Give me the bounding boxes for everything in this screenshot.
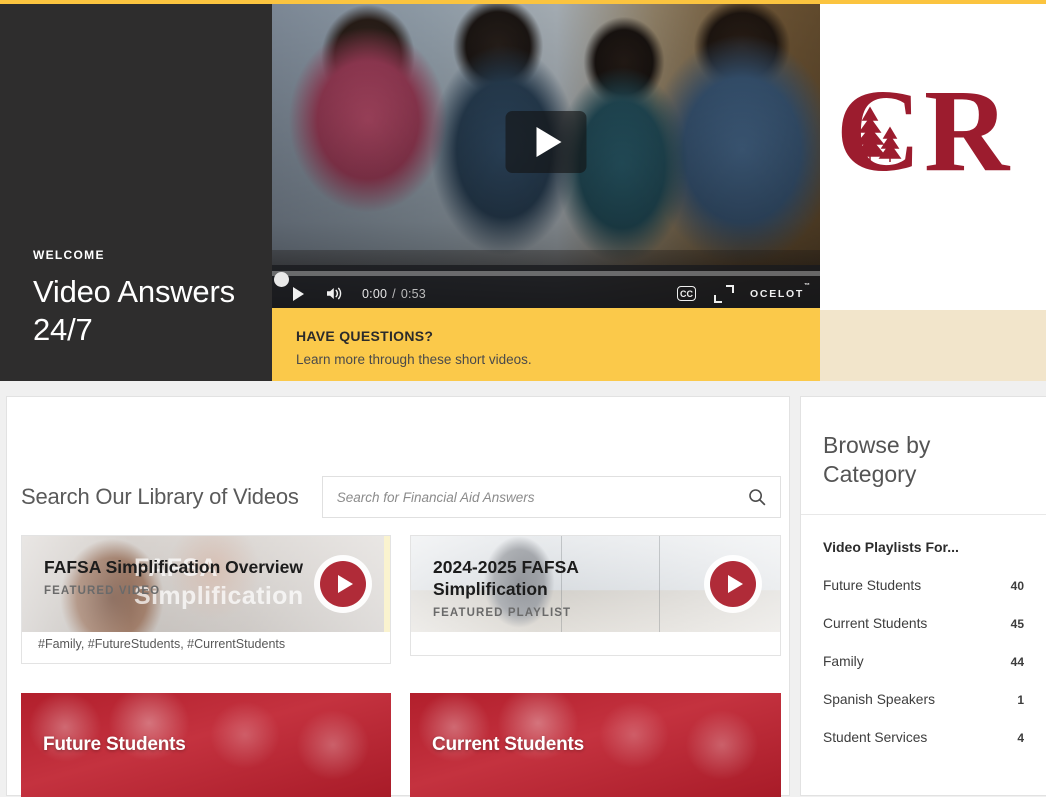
category-name: Current Students [823, 616, 928, 632]
hero-logo-cream-band [820, 310, 1046, 381]
featured-video-play-button[interactable] [320, 561, 366, 607]
video-duration: 0:53 [400, 286, 426, 301]
hero-kicker: WELCOME [33, 248, 105, 263]
trademark-mark: ™ [804, 283, 810, 289]
sidebar-header: Browse by Category [801, 397, 1046, 515]
featured-playlist-title-line1: 2024-2025 FAFSA [433, 557, 579, 577]
featured-playlist-kicker: FEATURED PLAYLIST [433, 607, 572, 620]
fullscreen-icon-corner-b [726, 284, 735, 293]
sidebar-item-future-students[interactable]: Future Students 40 [801, 567, 1046, 605]
category-name: Spanish Speakers [823, 692, 935, 708]
category-name: Family [823, 654, 864, 670]
search-input[interactable] [336, 489, 748, 505]
category-count: 1 [1017, 692, 1024, 707]
featured-video-card[interactable]: FAFSA Simplification FAFSA Simplificatio… [21, 535, 391, 664]
category-list: Future Students 40 Current Students 45 F… [801, 567, 1046, 757]
featured-video-kicker: FEATURED VIDEO [44, 585, 161, 598]
ocelot-brand-logo: ocelot™ [750, 283, 810, 300]
cr-college-logo-icon: C R [836, 70, 1011, 195]
play-icon [337, 575, 353, 593]
category-tile-future-students[interactable]: Future Students [21, 693, 391, 797]
callout-subtitle: Learn more through these short videos. [296, 352, 532, 367]
sidebar-item-current-students[interactable]: Current Students 45 [801, 605, 1046, 643]
featured-video-tags: #Family, #FutureStudents, #CurrentStuden… [38, 637, 286, 651]
category-tiles-row: Future Students Current Students [21, 693, 781, 797]
callout-title: HAVE QUESTIONS? [296, 328, 434, 344]
sidebar-item-student-services[interactable]: Student Services 4 [801, 719, 1046, 757]
sidebar-item-spanish-speakers[interactable]: Spanish Speakers 1 [801, 681, 1046, 719]
search-box[interactable] [321, 476, 781, 518]
video-time-display: 0:00 / 0:53 [362, 287, 426, 301]
play-icon [292, 286, 304, 301]
hero-title-line2: 24/7 [33, 312, 93, 348]
category-name: Future Students [823, 578, 922, 594]
have-questions-callout: HAVE QUESTIONS? Learn more through these… [272, 308, 820, 381]
tile-label: Current Students [432, 734, 584, 755]
hero-video-block: 0:00 / 0:53 CC ocelot™ HAVE Q [272, 0, 820, 381]
featured-playlist-title-line2: Simplification [433, 579, 548, 600]
search-section: Search Our Library of Videos [21, 475, 781, 519]
play-triangle-icon [536, 126, 562, 157]
hero-section: WELCOME Video Answers 24/7 0:00 / 0:53 C… [0, 0, 1046, 381]
featured-video-accent-strip [384, 536, 390, 632]
time-separator: / [392, 286, 396, 301]
thumbnail-window-divider-2 [659, 536, 660, 632]
hero-title-line1: Video Answers [33, 274, 235, 310]
sidebar-item-family[interactable]: Family 44 [801, 643, 1046, 681]
video-library-panel: Search Our Library of Videos FAFSA Simpl… [6, 396, 790, 797]
category-count: 45 [1010, 616, 1024, 631]
search-heading: Search Our Library of Videos [21, 484, 299, 509]
search-icon[interactable] [748, 488, 766, 506]
featured-playlist-card[interactable]: 2024-2025 FAFSA Simplification FEATURED … [410, 535, 781, 656]
closed-captions-button[interactable]: CC [677, 286, 697, 301]
sidebar-title-line1: Browse by [823, 432, 931, 458]
video-control-bar: 0:00 / 0:53 CC ocelot™ [272, 265, 820, 308]
sidebar-title-line2: Category [823, 461, 917, 488]
volume-button[interactable] [316, 286, 352, 301]
category-name: Student Services [823, 730, 928, 746]
top-accent-rule [0, 0, 1046, 4]
category-count: 40 [1010, 578, 1024, 593]
fullscreen-button[interactable] [714, 284, 735, 303]
current-time: 0:00 [362, 286, 388, 301]
tile-label: Future Students [43, 734, 186, 755]
hero-logo-panel: C R [820, 0, 1046, 381]
sidebar-section-label: Video Playlists For... [823, 538, 959, 555]
category-count: 4 [1017, 730, 1024, 745]
video-player[interactable]: 0:00 / 0:53 CC ocelot™ [272, 0, 820, 308]
video-play-overlay-button[interactable] [505, 110, 587, 173]
featured-video-title: FAFSA Simplification Overview [44, 557, 303, 577]
featured-playlist-play-button[interactable] [710, 561, 756, 607]
volume-icon [326, 287, 341, 300]
video-progress-scrubber[interactable] [272, 271, 820, 287]
category-tile-current-students[interactable]: Current Students [410, 693, 781, 797]
play-button[interactable] [280, 286, 316, 301]
ocelot-brand-text: ocelot [750, 287, 804, 300]
svg-text:R: R [924, 70, 1011, 195]
play-icon [727, 575, 743, 593]
category-count: 44 [1010, 654, 1024, 669]
browse-by-category-sidebar: Browse by Category Video Playlists For..… [800, 396, 1046, 796]
hero-intro-panel: WELCOME Video Answers 24/7 [0, 0, 272, 381]
fullscreen-icon-corner-a [714, 294, 723, 303]
